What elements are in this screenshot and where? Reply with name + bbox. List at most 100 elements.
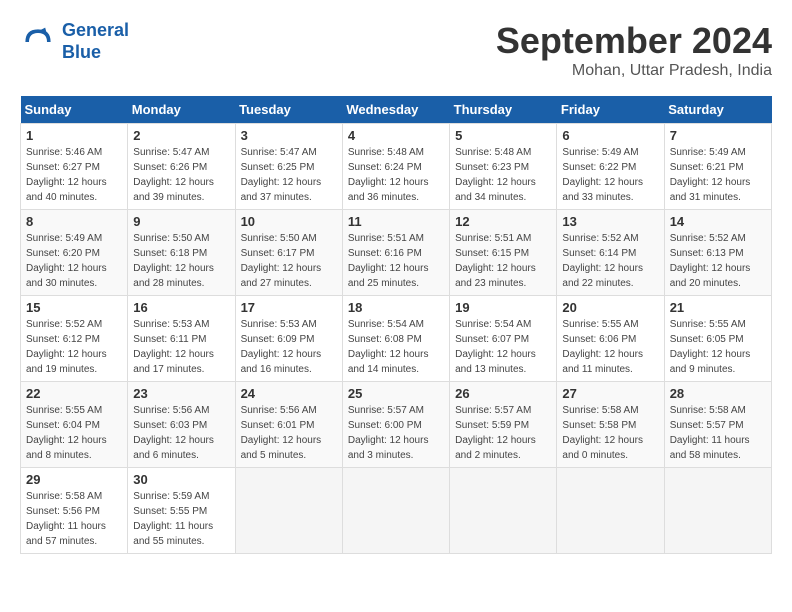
day-detail: Sunrise: 5:57 AMSunset: 5:59 PMDaylight:… — [455, 405, 536, 461]
calendar-cell — [557, 468, 664, 554]
calendar-cell: 7 Sunrise: 5:49 AMSunset: 6:21 PMDayligh… — [664, 124, 771, 210]
day-number: 6 — [562, 128, 658, 143]
day-detail: Sunrise: 5:58 AMSunset: 5:56 PMDaylight:… — [26, 491, 106, 547]
logo: General Blue — [20, 20, 129, 63]
calendar-cell: 18 Sunrise: 5:54 AMSunset: 6:08 PMDaylig… — [342, 296, 449, 382]
calendar-row: 1 Sunrise: 5:46 AMSunset: 6:27 PMDayligh… — [21, 124, 772, 210]
day-detail: Sunrise: 5:49 AMSunset: 6:22 PMDaylight:… — [562, 147, 643, 203]
day-detail: Sunrise: 5:47 AMSunset: 6:25 PMDaylight:… — [241, 147, 322, 203]
calendar-cell: 15 Sunrise: 5:52 AMSunset: 6:12 PMDaylig… — [21, 296, 128, 382]
day-detail: Sunrise: 5:52 AMSunset: 6:13 PMDaylight:… — [670, 233, 751, 289]
calendar-cell: 13 Sunrise: 5:52 AMSunset: 6:14 PMDaylig… — [557, 210, 664, 296]
calendar-cell: 16 Sunrise: 5:53 AMSunset: 6:11 PMDaylig… — [128, 296, 235, 382]
day-detail: Sunrise: 5:55 AMSunset: 6:06 PMDaylight:… — [562, 319, 643, 375]
calendar-row: 29 Sunrise: 5:58 AMSunset: 5:56 PMDaylig… — [21, 468, 772, 554]
calendar-cell: 28 Sunrise: 5:58 AMSunset: 5:57 PMDaylig… — [664, 382, 771, 468]
day-detail: Sunrise: 5:46 AMSunset: 6:27 PMDaylight:… — [26, 147, 107, 203]
calendar-cell: 3 Sunrise: 5:47 AMSunset: 6:25 PMDayligh… — [235, 124, 342, 210]
day-number: 27 — [562, 386, 658, 401]
calendar-cell: 26 Sunrise: 5:57 AMSunset: 5:59 PMDaylig… — [450, 382, 557, 468]
day-number: 14 — [670, 214, 766, 229]
day-number: 25 — [348, 386, 444, 401]
calendar-cell: 2 Sunrise: 5:47 AMSunset: 6:26 PMDayligh… — [128, 124, 235, 210]
header-thursday: Thursday — [450, 96, 557, 124]
day-number: 5 — [455, 128, 551, 143]
calendar-cell: 21 Sunrise: 5:55 AMSunset: 6:05 PMDaylig… — [664, 296, 771, 382]
calendar-cell: 24 Sunrise: 5:56 AMSunset: 6:01 PMDaylig… — [235, 382, 342, 468]
day-number: 19 — [455, 300, 551, 315]
day-number: 4 — [348, 128, 444, 143]
day-detail: Sunrise: 5:56 AMSunset: 6:03 PMDaylight:… — [133, 405, 214, 461]
calendar-cell: 8 Sunrise: 5:49 AMSunset: 6:20 PMDayligh… — [21, 210, 128, 296]
month-title: September 2024 — [496, 20, 772, 62]
calendar-cell: 1 Sunrise: 5:46 AMSunset: 6:27 PMDayligh… — [21, 124, 128, 210]
calendar-cell: 4 Sunrise: 5:48 AMSunset: 6:24 PMDayligh… — [342, 124, 449, 210]
calendar-row: 22 Sunrise: 5:55 AMSunset: 6:04 PMDaylig… — [21, 382, 772, 468]
day-number: 16 — [133, 300, 229, 315]
calendar-cell: 9 Sunrise: 5:50 AMSunset: 6:18 PMDayligh… — [128, 210, 235, 296]
day-detail: Sunrise: 5:55 AMSunset: 6:05 PMDaylight:… — [670, 319, 751, 375]
calendar-cell: 20 Sunrise: 5:55 AMSunset: 6:06 PMDaylig… — [557, 296, 664, 382]
day-detail: Sunrise: 5:49 AMSunset: 6:21 PMDaylight:… — [670, 147, 751, 203]
calendar-cell: 19 Sunrise: 5:54 AMSunset: 6:07 PMDaylig… — [450, 296, 557, 382]
day-number: 13 — [562, 214, 658, 229]
calendar-cell — [450, 468, 557, 554]
calendar-cell: 6 Sunrise: 5:49 AMSunset: 6:22 PMDayligh… — [557, 124, 664, 210]
day-number: 2 — [133, 128, 229, 143]
day-detail: Sunrise: 5:49 AMSunset: 6:20 PMDaylight:… — [26, 233, 107, 289]
header-monday: Monday — [128, 96, 235, 124]
day-detail: Sunrise: 5:52 AMSunset: 6:12 PMDaylight:… — [26, 319, 107, 375]
day-number: 18 — [348, 300, 444, 315]
day-number: 22 — [26, 386, 122, 401]
calendar-cell — [235, 468, 342, 554]
day-detail: Sunrise: 5:55 AMSunset: 6:04 PMDaylight:… — [26, 405, 107, 461]
calendar-cell — [664, 468, 771, 554]
header-friday: Friday — [557, 96, 664, 124]
day-number: 3 — [241, 128, 337, 143]
calendar-table: Sunday Monday Tuesday Wednesday Thursday… — [20, 96, 772, 554]
day-detail: Sunrise: 5:53 AMSunset: 6:11 PMDaylight:… — [133, 319, 214, 375]
day-detail: Sunrise: 5:52 AMSunset: 6:14 PMDaylight:… — [562, 233, 643, 289]
day-detail: Sunrise: 5:54 AMSunset: 6:08 PMDaylight:… — [348, 319, 429, 375]
calendar-row: 8 Sunrise: 5:49 AMSunset: 6:20 PMDayligh… — [21, 210, 772, 296]
day-number: 29 — [26, 472, 122, 487]
day-detail: Sunrise: 5:50 AMSunset: 6:17 PMDaylight:… — [241, 233, 322, 289]
header-tuesday: Tuesday — [235, 96, 342, 124]
header-saturday: Saturday — [664, 96, 771, 124]
calendar-cell: 30 Sunrise: 5:59 AMSunset: 5:55 PMDaylig… — [128, 468, 235, 554]
day-detail: Sunrise: 5:56 AMSunset: 6:01 PMDaylight:… — [241, 405, 322, 461]
day-detail: Sunrise: 5:59 AMSunset: 5:55 PMDaylight:… — [133, 491, 213, 547]
weekday-header-row: Sunday Monday Tuesday Wednesday Thursday… — [21, 96, 772, 124]
calendar-cell — [342, 468, 449, 554]
day-detail: Sunrise: 5:54 AMSunset: 6:07 PMDaylight:… — [455, 319, 536, 375]
day-detail: Sunrise: 5:51 AMSunset: 6:15 PMDaylight:… — [455, 233, 536, 289]
calendar-row: 15 Sunrise: 5:52 AMSunset: 6:12 PMDaylig… — [21, 296, 772, 382]
day-detail: Sunrise: 5:57 AMSunset: 6:00 PMDaylight:… — [348, 405, 429, 461]
day-number: 24 — [241, 386, 337, 401]
day-detail: Sunrise: 5:53 AMSunset: 6:09 PMDaylight:… — [241, 319, 322, 375]
header: General Blue September 2024 Mohan, Uttar… — [20, 20, 772, 80]
calendar-cell: 23 Sunrise: 5:56 AMSunset: 6:03 PMDaylig… — [128, 382, 235, 468]
calendar-cell: 11 Sunrise: 5:51 AMSunset: 6:16 PMDaylig… — [342, 210, 449, 296]
day-detail: Sunrise: 5:50 AMSunset: 6:18 PMDaylight:… — [133, 233, 214, 289]
day-detail: Sunrise: 5:58 AMSunset: 5:57 PMDaylight:… — [670, 405, 750, 461]
day-number: 11 — [348, 214, 444, 229]
location-subtitle: Mohan, Uttar Pradesh, India — [496, 62, 772, 80]
title-section: September 2024 Mohan, Uttar Pradesh, Ind… — [496, 20, 772, 80]
day-number: 28 — [670, 386, 766, 401]
calendar-cell: 17 Sunrise: 5:53 AMSunset: 6:09 PMDaylig… — [235, 296, 342, 382]
calendar-cell: 5 Sunrise: 5:48 AMSunset: 6:23 PMDayligh… — [450, 124, 557, 210]
calendar-cell: 25 Sunrise: 5:57 AMSunset: 6:00 PMDaylig… — [342, 382, 449, 468]
day-number: 7 — [670, 128, 766, 143]
logo-text: General Blue — [62, 20, 129, 63]
day-number: 10 — [241, 214, 337, 229]
day-number: 12 — [455, 214, 551, 229]
calendar-cell: 10 Sunrise: 5:50 AMSunset: 6:17 PMDaylig… — [235, 210, 342, 296]
day-number: 23 — [133, 386, 229, 401]
calendar-cell: 22 Sunrise: 5:55 AMSunset: 6:04 PMDaylig… — [21, 382, 128, 468]
header-sunday: Sunday — [21, 96, 128, 124]
day-number: 30 — [133, 472, 229, 487]
day-detail: Sunrise: 5:47 AMSunset: 6:26 PMDaylight:… — [133, 147, 214, 203]
calendar-cell: 12 Sunrise: 5:51 AMSunset: 6:15 PMDaylig… — [450, 210, 557, 296]
day-number: 26 — [455, 386, 551, 401]
